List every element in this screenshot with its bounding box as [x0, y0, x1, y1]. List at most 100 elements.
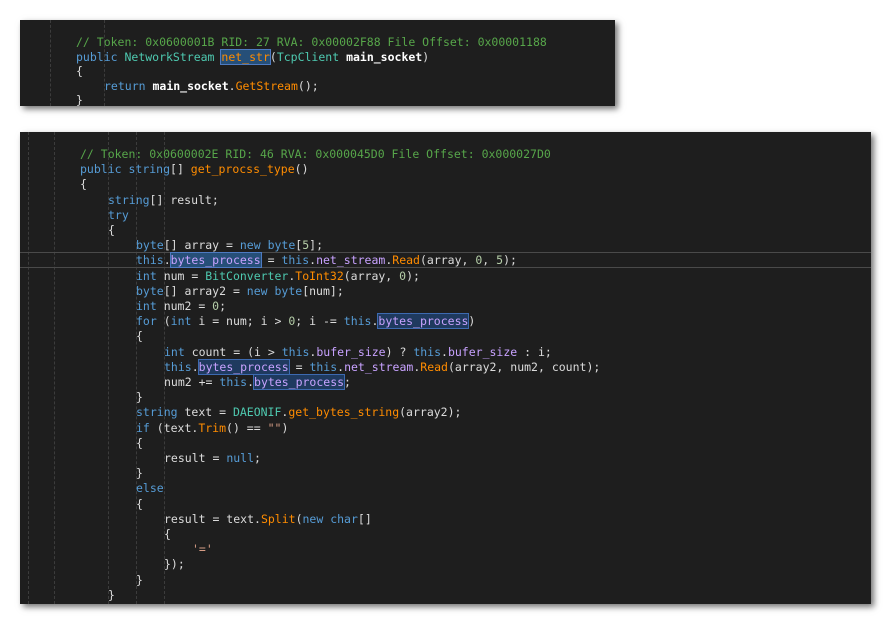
code-token: num2 += — [164, 375, 220, 389]
code-token: ; i -= — [295, 314, 344, 329]
code-token: } — [136, 466, 143, 481]
code-token: public — [80, 162, 129, 177]
code-token: (array2, num2, count); — [447, 359, 601, 374]
code-token: ToInt32 — [295, 268, 344, 283]
code-line-current: this.bytes_process = this.net_stream.Rea… — [20, 252, 871, 269]
code-panel-net-str: // Token: 0x0600001B RID: 27 RVA: 0x0000… — [20, 20, 615, 106]
code-line: int num = BitConverter.ToInt32(array, 0)… — [20, 268, 871, 284]
code-token: net_stream — [344, 359, 414, 374]
code-token: new — [246, 283, 275, 298]
code-token: . — [228, 78, 236, 93]
code-line: // Token: 0x0600002E RID: 46 RVA: 0x0000… — [20, 146, 871, 162]
code-token: BitConverter — [205, 268, 289, 283]
code-line: { — [20, 176, 871, 192]
code-token: () == — [226, 420, 268, 435]
code-token: (text. — [156, 420, 199, 435]
code-line: { — [20, 496, 871, 512]
code-token: } — [136, 390, 143, 405]
code-token: . — [247, 375, 255, 389]
code-token: (array, — [343, 268, 400, 283]
code-token: this — [219, 375, 248, 389]
code-token: char — [330, 511, 358, 526]
code-token: this — [281, 344, 310, 359]
code-token: byte — [136, 238, 164, 253]
code-line: int count = (i > this.bufer_size) ? this… — [20, 344, 871, 360]
code-line: if (text.Trim() == "") — [20, 420, 871, 436]
code-token: get_procss_type — [190, 162, 295, 177]
code-line: } — [20, 465, 871, 481]
code-token: (); — [297, 78, 319, 93]
code-token: this — [343, 314, 372, 329]
code-token: for — [136, 314, 164, 329]
code-token: { — [108, 223, 115, 237]
code-token: { — [136, 435, 143, 450]
code-line: string[] result; — [20, 192, 871, 208]
code-token: Split — [260, 511, 296, 526]
code-token: ); — [503, 253, 517, 268]
code-line: string text = DAEONIF.get_bytes_string(a… — [20, 404, 871, 420]
code-token: } — [76, 93, 83, 106]
code-token: string — [108, 192, 150, 207]
code-token: int — [164, 344, 192, 359]
code-line: } — [20, 92, 615, 106]
code-token: bufer_size — [316, 344, 386, 359]
code-token: ( — [295, 511, 303, 526]
code-token: [num]; — [302, 283, 344, 298]
code-line: this.bytes_process = this.net_stream.Rea… — [20, 358, 871, 375]
code-token: get_bytes_string — [288, 405, 400, 420]
code-token: int — [170, 314, 199, 329]
code-token: , — [482, 253, 497, 268]
code-token: (array2); — [399, 405, 462, 420]
code-token: return — [104, 78, 153, 93]
highlighted-identifier: bytes_process — [197, 358, 290, 375]
highlighted-identifier: net_str — [220, 48, 271, 65]
code-token: Read — [420, 359, 448, 374]
code-token: this — [281, 253, 310, 268]
highlighted-identifier: bytes_process — [169, 252, 262, 269]
code-line: { — [20, 328, 871, 344]
code-token: { — [136, 329, 143, 344]
code-line: } — [20, 587, 871, 603]
code-token: count = (i > — [191, 344, 282, 359]
code-token: ) ? — [385, 344, 414, 359]
code-token: i = num; i > — [198, 314, 289, 329]
code-token: ( — [163, 314, 171, 329]
code-token: string — [128, 162, 171, 177]
code-token: ( — [269, 49, 277, 64]
code-token: // Token: 0x0600001B RID: 27 RVA: 0x0000… — [76, 35, 547, 49]
code-line: public string[] get_procss_type() — [20, 161, 871, 177]
code-token: { — [76, 64, 83, 79]
code-line: try — [20, 207, 871, 223]
code-token: num = — [163, 268, 206, 283]
code-token: GetStream — [235, 78, 298, 93]
code-line: return main_socket.GetStream(); — [20, 78, 615, 94]
code-token: (array, — [419, 253, 476, 268]
code-token: catch — [108, 603, 143, 604]
code-line: { — [20, 435, 871, 451]
code-token: if — [136, 420, 157, 435]
code-line: result = text.Split(new char[] — [20, 511, 871, 527]
code-token: this — [309, 359, 338, 374]
code-token: try — [108, 207, 129, 222]
code-token: [] result; — [149, 192, 219, 207]
highlighted-identifier: bytes_process — [377, 313, 470, 330]
code-line: catch — [20, 602, 871, 604]
code-token: main_socket — [152, 78, 229, 93]
code-line: num2 += this.bytes_process; — [20, 374, 871, 390]
code-token: Read — [392, 253, 420, 268]
code-line: public NetworkStream net_str(TcpClient m… — [20, 48, 615, 65]
code-token: new — [302, 511, 331, 526]
code-token: TcpClient — [276, 49, 347, 64]
code-line: } — [20, 389, 871, 405]
code-token: { — [80, 177, 87, 192]
code-line: for (int i = num; i > 0; i -= this.bytes… — [20, 313, 871, 330]
code-token: // Token: 0x0600002E RID: 46 RVA: 0x0000… — [80, 147, 551, 161]
code-line: { — [20, 63, 615, 79]
code-token: [] array = — [163, 238, 240, 253]
code-token: int — [136, 299, 164, 313]
code-token: this — [413, 344, 442, 359]
code-token: int — [136, 268, 164, 283]
code-token: result = — [164, 451, 227, 465]
code-token: byte — [136, 283, 164, 298]
code-token: text = — [184, 405, 233, 420]
